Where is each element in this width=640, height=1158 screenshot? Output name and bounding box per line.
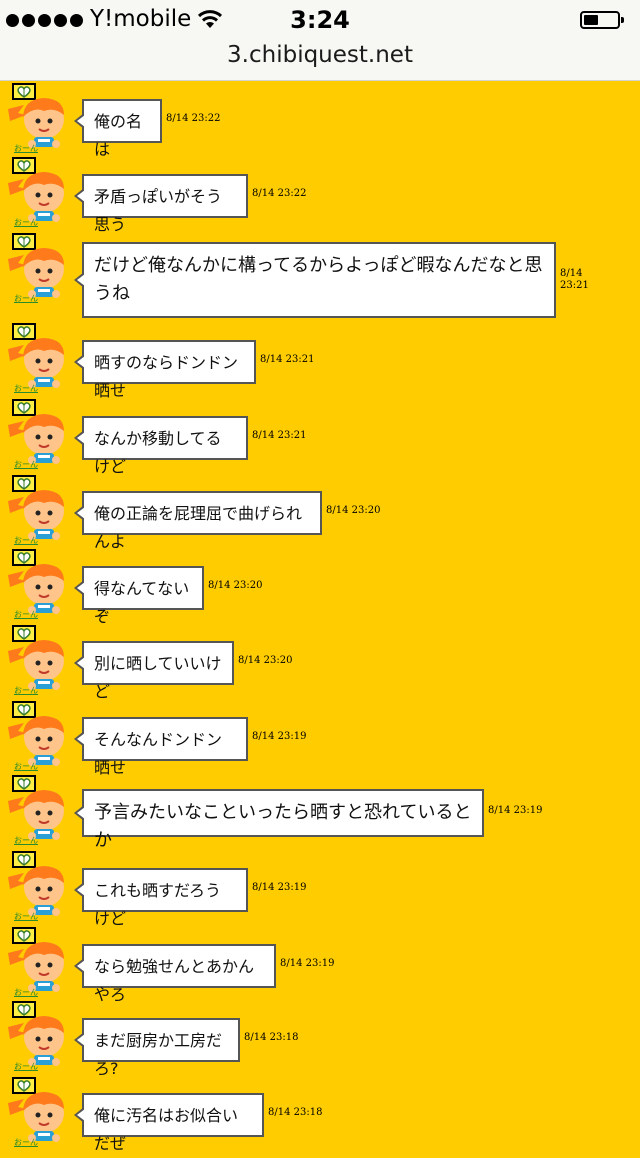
message-timestamp: 8/14 23:21 [252, 430, 307, 441]
message-timestamp: 8/14 23:21 [260, 354, 315, 365]
message-bubble: これも晒すだろうけど [74, 868, 248, 928]
user-name-link[interactable]: おーん [14, 145, 38, 153]
message-bubble: そんなんドンドン晒せ [74, 717, 248, 777]
message-timestamp: 8/14 23:19 [252, 731, 307, 742]
message-timestamp: 8/14 23:19 [280, 958, 335, 969]
message-timestamp: 8/14 23:18 [268, 1107, 323, 1118]
user-name-link[interactable]: おーん [14, 219, 38, 227]
message-timestamp: 8/14 23:19 [488, 805, 543, 816]
message-timestamp: 8/14 23:22 [252, 188, 307, 199]
message-bubble: 俺に汚名はお似合いだぜ [74, 1093, 264, 1153]
user-name-link[interactable]: おーん [14, 989, 38, 997]
message-bubble: 矛盾っぽいがそう思う [74, 174, 248, 234]
message-bubble: 晒すのならドンドン晒せ [74, 340, 256, 400]
user-name-link[interactable]: おーん [14, 913, 38, 921]
address-bar[interactable]: 3.chibiquest.net [0, 42, 640, 68]
message-bubble: まだ厨房か工房だろ? [74, 1018, 240, 1078]
battery-icon [580, 11, 624, 29]
message-timestamp: 8/14 23:20 [326, 505, 381, 516]
message-bubble: 別に晒していいけど [74, 641, 234, 701]
message-timestamp: 8/14 23:19 [252, 882, 307, 893]
message-timestamp: 8/14 23:18 [244, 1032, 299, 1043]
status-bar: Y!mobile 3:24 3.chibiquest.net [0, 0, 640, 81]
message-timestamp: 8/14 23:22 [166, 113, 221, 124]
user-name-link[interactable]: おーん [14, 837, 38, 845]
message-timestamp: 8/14 23:20 [238, 655, 293, 666]
user-name-link[interactable]: おーん [14, 1139, 38, 1147]
message-timestamp: 8/14 23:20 [208, 580, 263, 591]
message-bubble: 俺の正論を屁理屈で曲げられんよ [74, 491, 322, 551]
clock: 3:24 [290, 6, 350, 34]
user-name-link[interactable]: おーん [14, 385, 38, 393]
user-name-link[interactable]: おーん [14, 611, 38, 619]
message-bubble: 得なんてないぞ [74, 566, 204, 626]
user-name-link[interactable]: おーん [14, 295, 38, 303]
message-bubble: なんか移動してるけど [74, 416, 248, 476]
message-bubble: 予言みたいなこといったら晒すと恐れているとか [74, 789, 484, 851]
message-timestamp: 8/14 23:21 [560, 268, 589, 291]
message-bubble: 俺の名は [74, 99, 162, 159]
user-name-link[interactable]: おーん [14, 461, 38, 469]
message-bubble: だけど俺なんかに構ってるからよっぽど暇なんだなと思うね [74, 242, 556, 318]
user-avatar[interactable] [6, 1085, 72, 1147]
user-name-link[interactable]: おーん [14, 687, 38, 695]
user-name-link[interactable]: おーん [14, 763, 38, 771]
message-bubble: なら勉強せんとあかんやろ [74, 944, 276, 1004]
user-name-link[interactable]: おーん [14, 537, 38, 545]
user-name-link[interactable]: おーん [14, 1063, 38, 1071]
